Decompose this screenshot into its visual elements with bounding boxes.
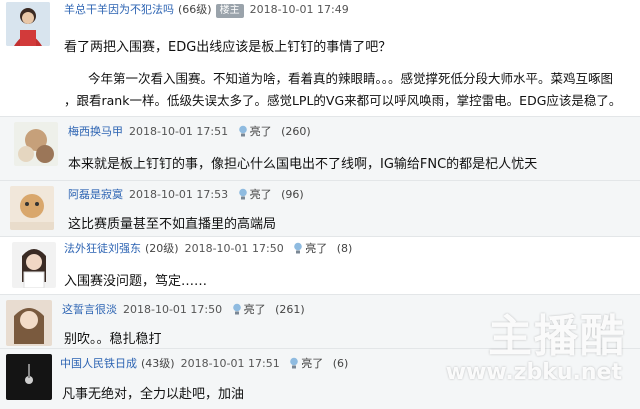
reply-item: 梅西换马甲 2018-10-01 17:51 亮了 (260) 本来就是板上钉钉的… <box>0 116 640 181</box>
avatar-image <box>14 122 58 166</box>
reply-text: 这比赛质量甚至不如直播里的高端局 <box>68 217 277 232</box>
like-button[interactable]: 亮了 <box>232 125 272 138</box>
author-level: (20级) <box>145 242 179 255</box>
reply-header: 阿磊是寂寞 2018-10-01 17:53 亮了 (96) <box>68 186 304 202</box>
reply-time: 2018-10-01 17:50 <box>123 303 223 316</box>
like-button[interactable]: 亮了 <box>226 303 266 316</box>
like-count: (96) <box>281 188 304 201</box>
avatar-image <box>6 300 52 346</box>
reply-header: 这誓言很淡 2018-10-01 17:50 亮了 (261) <box>62 301 305 317</box>
reply-text: 本来就是板上钉钉的事，像担心什么国电出不了线啊，IG输给FNC的都是杞人忧天 <box>68 157 538 172</box>
reply-time: 2018-10-01 17:53 <box>129 188 229 201</box>
post-time: 2018-10-01 17:49 <box>249 3 349 16</box>
reply-time: 2018-10-01 17:51 <box>129 125 229 138</box>
lightbulb-icon <box>232 303 241 315</box>
author-name[interactable]: 这誓言很淡 <box>62 303 117 316</box>
author-name[interactable]: 中国人民铁日成 <box>60 357 137 370</box>
lightbulb-icon <box>238 188 247 200</box>
avatar-image <box>12 242 56 288</box>
reply-text: 别吹。。稳扎稳打 <box>64 332 162 347</box>
reply-item: 法外狂徒刘强东 (20级) 2018-10-01 17:50 亮了 (8) 入围赛没… <box>0 236 640 295</box>
post-body-line: 今年第一次看入围赛。不知道为啥，看着真的辣眼睛。。。感觉撑死低分段大师水平。菜鸡… <box>88 71 614 86</box>
reply-item: 中国人民铁日成 (43级) 2018-10-01 17:51 亮了 (6) 凡事无绝… <box>0 348 640 409</box>
post-header: 羊总干羊因为不犯法吗 (66级) 楼主 2018-10-01 17:49 <box>64 1 349 18</box>
like-count: (261) <box>275 303 305 316</box>
lightbulb-icon <box>238 125 247 137</box>
avatar[interactable] <box>6 300 52 346</box>
avatar[interactable] <box>14 122 58 166</box>
reply-item: 阿磊是寂寞 2018-10-01 17:53 亮了 (96) 这比赛质量甚至不如直… <box>0 180 640 237</box>
author-level: (66级) <box>178 3 212 16</box>
avatar-image <box>10 186 54 230</box>
like-count: (8) <box>336 242 353 255</box>
reply-text: 凡事无绝对，全力以赴吧，加油 <box>62 387 245 402</box>
avatar-image <box>6 2 50 46</box>
like-button[interactable]: 亮了 <box>232 188 272 201</box>
author-name[interactable]: 羊总干羊因为不犯法吗 <box>64 3 174 16</box>
like-button[interactable]: 亮了 <box>283 357 323 370</box>
reply-item: 这誓言很淡 2018-10-01 17:50 亮了 (261) 别吹。。稳扎稳打 <box>0 294 640 349</box>
like-button[interactable]: 亮了 <box>287 242 327 255</box>
author-level: (43级) <box>141 357 175 370</box>
original-post: 羊总干羊因为不犯法吗 (66级) 楼主 2018-10-01 17:49 看了两把入围… <box>0 0 640 116</box>
avatar[interactable] <box>6 354 52 400</box>
lightbulb-icon <box>290 357 299 369</box>
author-name[interactable]: 阿磊是寂寞 <box>68 188 123 201</box>
avatar[interactable] <box>12 242 56 288</box>
avatar[interactable] <box>6 2 50 46</box>
avatar-image <box>6 354 52 400</box>
reply-text: 入围赛没问题，笃定…… <box>64 274 208 289</box>
like-count: (260) <box>281 125 311 138</box>
like-count: (6) <box>332 357 349 370</box>
reply-header: 中国人民铁日成 (43级) 2018-10-01 17:51 亮了 (6) <box>60 355 348 371</box>
op-badge: 楼主 <box>215 4 244 18</box>
reply-header: 梅西换马甲 2018-10-01 17:51 亮了 (260) <box>68 123 311 139</box>
post-body-line: ，跟看rank一样。低级失误太多了。感觉LPL的VG来都可以呼风唤雨，掌控雷电。… <box>64 93 622 108</box>
author-name[interactable]: 法外狂徒刘强东 <box>64 242 141 255</box>
post-title-line: 看了两把入围赛，EDG出线应该是板上钉钉的事情了吧？ <box>64 40 392 55</box>
author-name[interactable]: 梅西换马甲 <box>68 125 123 138</box>
reply-time: 2018-10-01 17:51 <box>180 357 280 370</box>
reply-header: 法外狂徒刘强东 (20级) 2018-10-01 17:50 亮了 (8) <box>64 240 352 256</box>
avatar[interactable] <box>10 186 54 230</box>
lightbulb-icon <box>294 242 303 254</box>
reply-time: 2018-10-01 17:50 <box>184 242 284 255</box>
